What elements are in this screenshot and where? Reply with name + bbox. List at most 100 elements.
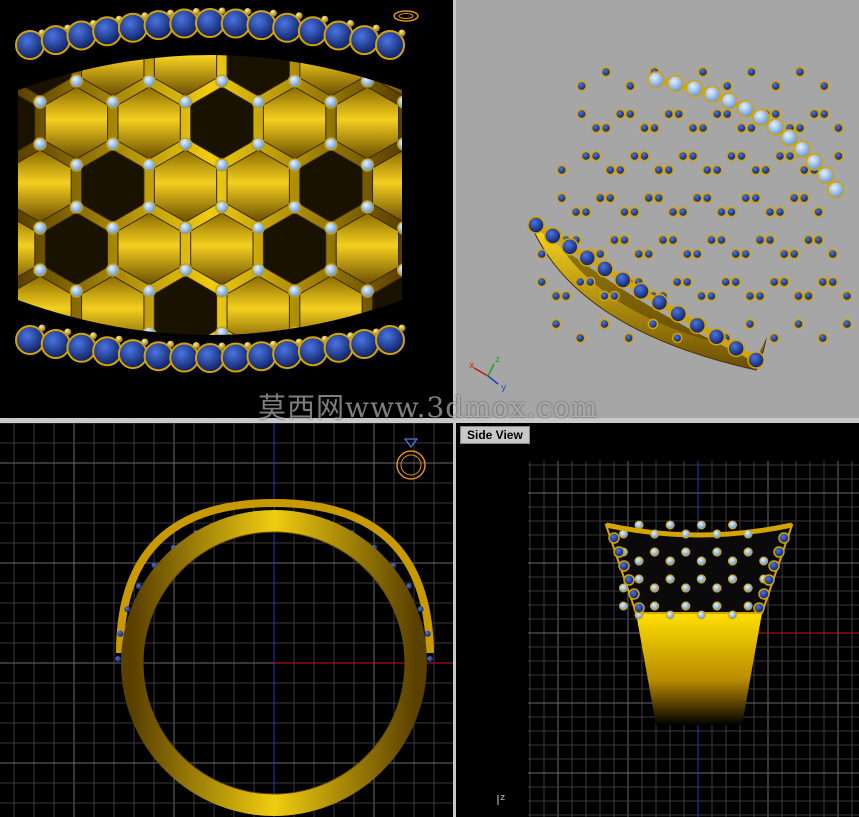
accent-stone xyxy=(288,158,302,172)
side-view-canvas xyxy=(528,461,859,817)
accent-stone xyxy=(728,556,738,566)
prong xyxy=(398,29,406,37)
accent-stone xyxy=(590,122,602,134)
accent-stone xyxy=(215,74,229,88)
accent-stone xyxy=(653,192,664,204)
accent-stone xyxy=(808,108,820,120)
sapphire-stone xyxy=(768,560,780,572)
side-viewport[interactable]: Side View z xyxy=(456,423,859,817)
accent-stone xyxy=(671,332,683,344)
accent-stone xyxy=(609,290,620,302)
accent-stone xyxy=(643,192,654,204)
accent-stone xyxy=(639,122,650,134)
accent-stone xyxy=(770,80,781,92)
accent-stone xyxy=(650,547,660,557)
accent-stone xyxy=(33,221,47,235)
accent-stone xyxy=(701,192,713,204)
accent-stone xyxy=(556,192,568,204)
accent-stone xyxy=(633,248,644,260)
accent-stone xyxy=(536,276,548,288)
prong xyxy=(321,15,329,23)
accent-stone xyxy=(69,284,83,298)
accent-stone xyxy=(215,284,229,298)
accent-stone xyxy=(833,122,844,134)
prong xyxy=(89,332,97,340)
accent-stone xyxy=(803,290,814,302)
sapphire-stone xyxy=(688,316,706,335)
accent-stone xyxy=(580,206,592,218)
accent-stone xyxy=(69,200,83,214)
accent-stone xyxy=(681,529,691,539)
sapphire-stone xyxy=(633,602,645,614)
accent-stone xyxy=(774,206,786,218)
accent-stone xyxy=(550,318,562,330)
sapphire-stone xyxy=(736,100,755,118)
accent-stone xyxy=(142,200,156,214)
accent-stone xyxy=(744,290,756,302)
accent-stone xyxy=(798,192,810,204)
accent-stone xyxy=(624,108,636,120)
sapphire-stone xyxy=(613,546,625,558)
sapphire-stone xyxy=(778,532,790,544)
accent-stone xyxy=(33,263,47,277)
prong xyxy=(38,324,46,332)
accent-stone xyxy=(556,164,568,176)
accent-stone xyxy=(818,80,830,92)
prong xyxy=(398,324,406,332)
accent-stone xyxy=(671,276,683,288)
accent-stone xyxy=(793,290,804,302)
accent-stone xyxy=(251,95,265,109)
accent-stone xyxy=(760,164,771,176)
perspective-viewport[interactable]: x y z xyxy=(456,0,859,418)
accent-stone xyxy=(712,601,722,611)
accent-stone xyxy=(657,234,669,246)
perspective-view-canvas xyxy=(527,66,853,371)
accent-stone xyxy=(619,206,630,218)
accent-stone xyxy=(215,158,229,172)
accent-stone xyxy=(288,74,302,88)
accent-stone xyxy=(750,192,761,204)
front-viewport[interactable] xyxy=(0,0,453,418)
accent-stone xyxy=(754,290,766,302)
accent-stone xyxy=(650,583,660,593)
accent-stone xyxy=(251,263,265,277)
accent-stone xyxy=(736,150,747,162)
accent-stone xyxy=(663,164,674,176)
sapphire-stone xyxy=(596,260,614,278)
sapphire-stone xyxy=(614,271,632,289)
accent-stone xyxy=(178,95,193,109)
accent-stone xyxy=(634,574,644,584)
accent-stone xyxy=(759,556,769,566)
sapphire-stone xyxy=(417,606,424,613)
accent-stone xyxy=(618,529,628,539)
accent-stone xyxy=(634,556,644,566)
accent-stone xyxy=(794,122,806,134)
accent-stone xyxy=(813,206,824,218)
sapphire-stone xyxy=(650,293,669,312)
accent-stone xyxy=(726,206,737,218)
accent-stone xyxy=(774,150,786,162)
accent-stone xyxy=(584,276,596,288)
accent-stone xyxy=(728,520,738,530)
accent-stone xyxy=(665,610,675,620)
sapphire-stone xyxy=(780,129,799,147)
accent-stone xyxy=(706,234,717,246)
accent-stone xyxy=(677,150,689,162)
sapphire-stone xyxy=(578,249,596,267)
accent-stone xyxy=(696,556,706,566)
accent-stone xyxy=(770,108,781,120)
sapphire-stone xyxy=(666,75,685,93)
accent-stone xyxy=(604,192,616,204)
accent-stone xyxy=(288,200,302,214)
accent-stone xyxy=(721,108,733,120)
sapphire-stone xyxy=(647,71,665,89)
viewport-label-side[interactable]: Side View xyxy=(460,426,530,444)
top-viewport[interactable] xyxy=(0,423,453,817)
accent-stone xyxy=(743,529,753,539)
accent-stone xyxy=(768,276,780,288)
sapphire-stone xyxy=(669,305,687,323)
top-view-canvas xyxy=(0,423,453,817)
accent-stone xyxy=(696,290,707,302)
accent-stone xyxy=(701,164,713,176)
sapphire-stone xyxy=(707,328,726,346)
